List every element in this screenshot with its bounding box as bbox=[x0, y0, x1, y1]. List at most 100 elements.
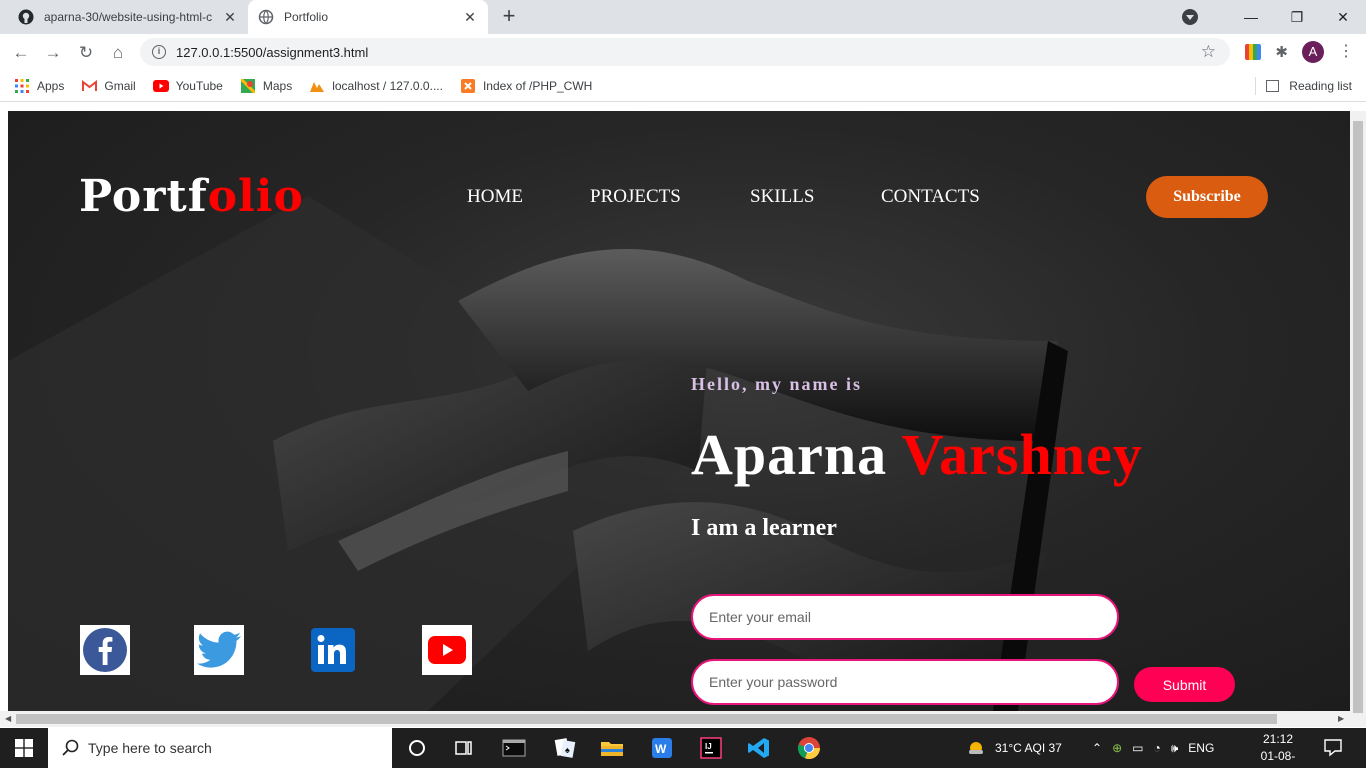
bookmark-apps[interactable]: Apps bbox=[14, 78, 64, 94]
new-tab-button[interactable]: + bbox=[497, 5, 521, 29]
nav-skills[interactable]: SKILLS bbox=[750, 186, 814, 208]
tab-search-icon[interactable] bbox=[1182, 9, 1198, 25]
wps-writer-icon[interactable]: W bbox=[650, 736, 674, 760]
horizontal-scrollbar[interactable]: ◀ ▶ bbox=[0, 711, 1350, 727]
close-window-button[interactable]: ✕ bbox=[1320, 9, 1366, 26]
maps-icon bbox=[240, 78, 256, 94]
bookmarks-bar: Apps Gmail YouTube Maps localhost / 127.… bbox=[0, 70, 1366, 102]
facebook-icon[interactable] bbox=[80, 625, 130, 675]
profile-avatar[interactable]: A bbox=[1302, 41, 1324, 63]
reading-list-button[interactable]: Reading list bbox=[1255, 77, 1352, 95]
svg-text:IJ: IJ bbox=[705, 742, 712, 751]
solitaire-icon[interactable]: ♠ bbox=[553, 736, 577, 760]
scroll-thumb[interactable] bbox=[1353, 121, 1363, 713]
color-extension-icon[interactable] bbox=[1245, 44, 1262, 60]
site-info-icon[interactable]: i bbox=[152, 45, 166, 59]
url-text: 127.0.0.1:5500/assignment3.html bbox=[176, 44, 369, 60]
tab-title: Portfolio bbox=[284, 10, 329, 24]
apps-grid-icon bbox=[14, 78, 30, 94]
system-clock[interactable]: 21:12 01-08-2021 bbox=[1250, 731, 1306, 782]
extensions-puzzle-icon[interactable]: ✱ bbox=[1275, 43, 1288, 61]
volume-icon[interactable]: 🕪 bbox=[1171, 741, 1179, 756]
logo-first: Portf bbox=[79, 171, 208, 222]
tab-portfolio[interactable]: Portfolio ✕ bbox=[248, 0, 488, 34]
address-bar[interactable]: i 127.0.0.1:5500/assignment3.html ☆ bbox=[140, 38, 1230, 66]
last-name: Varshney bbox=[901, 422, 1143, 487]
taskbar-search[interactable]: Type here to search bbox=[48, 728, 392, 768]
submit-button[interactable]: Submit bbox=[1134, 667, 1235, 702]
system-tray: ⌃ ⊕ ▭ ◔ 🕪 ENG bbox=[1092, 728, 1214, 768]
bookmark-localhost[interactable]: localhost / 127.0.0.... bbox=[309, 78, 443, 94]
hero-name: Aparna Varshney bbox=[691, 421, 1143, 488]
reload-icon[interactable]: ↻ bbox=[75, 42, 97, 64]
intellij-icon[interactable]: IJ bbox=[699, 736, 723, 760]
globe-icon bbox=[258, 9, 274, 25]
browser-toolbar: ← → ↻ ⌂ i 127.0.0.1:5500/assignment3.htm… bbox=[0, 34, 1366, 70]
restore-button[interactable]: ❐ bbox=[1274, 9, 1320, 26]
nav-contacts[interactable]: CONTACTS bbox=[881, 186, 980, 208]
xampp-icon bbox=[460, 78, 476, 94]
chrome-icon[interactable] bbox=[797, 736, 821, 760]
bookmark-gmail[interactable]: Gmail bbox=[81, 78, 136, 94]
scroll-right-icon[interactable]: ▶ bbox=[1338, 714, 1344, 723]
logo-second: olio bbox=[207, 171, 304, 222]
password-field[interactable] bbox=[691, 659, 1119, 705]
bookmark-label: Gmail bbox=[104, 78, 136, 93]
forward-arrow-icon[interactable]: → bbox=[42, 42, 64, 64]
bookmark-label: localhost / 127.0.0.... bbox=[332, 78, 443, 93]
portfolio-logo[interactable]: Portfolio bbox=[79, 171, 304, 222]
cortana-icon[interactable] bbox=[405, 736, 429, 760]
gmail-icon bbox=[81, 78, 97, 94]
search-placeholder: Type here to search bbox=[88, 740, 212, 756]
start-button[interactable] bbox=[0, 728, 48, 768]
notification-icon[interactable] bbox=[1322, 736, 1346, 760]
windows-logo-icon bbox=[15, 739, 33, 757]
vertical-scrollbar[interactable] bbox=[1350, 111, 1366, 727]
battery-icon[interactable]: ▭ bbox=[1132, 741, 1143, 755]
bookmark-index-php[interactable]: Index of /PHP_CWH bbox=[460, 78, 592, 94]
close-tab-icon[interactable]: ✕ bbox=[462, 9, 478, 25]
clock-date: 01-08-2021 bbox=[1260, 749, 1296, 780]
wifi-icon[interactable]: ◔ bbox=[1153, 741, 1160, 755]
twitter-icon[interactable] bbox=[194, 625, 244, 675]
chevron-up-icon[interactable]: ⌃ bbox=[1092, 741, 1102, 755]
youtube-icon[interactable] bbox=[422, 625, 472, 675]
terminal-icon[interactable] bbox=[502, 736, 526, 760]
tagline: I am a learner bbox=[691, 515, 837, 541]
minimize-button[interactable]: — bbox=[1228, 9, 1274, 25]
menu-kebab-icon[interactable]: ⋮ bbox=[1338, 44, 1354, 60]
github-icon bbox=[18, 9, 34, 25]
page-viewport: Portfolio HOME PROJECTS SKILLS CONTACTS … bbox=[8, 111, 1350, 711]
bookmark-star-icon[interactable]: ☆ bbox=[1201, 42, 1216, 62]
weather-sun-icon bbox=[969, 742, 983, 754]
language-indicator[interactable]: ENG bbox=[1188, 741, 1214, 755]
back-arrow-icon[interactable]: ← bbox=[10, 42, 32, 64]
clock-time: 21:12 bbox=[1262, 732, 1294, 746]
scroll-thumb[interactable] bbox=[16, 714, 1277, 724]
close-tab-icon[interactable]: ✕ bbox=[222, 9, 238, 25]
email-field[interactable] bbox=[691, 594, 1119, 640]
bookmark-label: Maps bbox=[262, 78, 293, 93]
nav-projects[interactable]: PROJECTS bbox=[590, 186, 681, 208]
tab-github[interactable]: aparna-30/website-using-html-c ✕ bbox=[8, 0, 248, 34]
subscribe-button[interactable]: Subscribe bbox=[1146, 176, 1268, 218]
file-explorer-icon[interactable] bbox=[600, 736, 624, 760]
nav-home[interactable]: HOME bbox=[467, 186, 523, 208]
bookmark-youtube[interactable]: YouTube bbox=[152, 78, 223, 94]
network-status-icon[interactable]: ⊕ bbox=[1112, 741, 1122, 755]
linkedin-icon[interactable] bbox=[308, 625, 358, 675]
scroll-left-icon[interactable]: ◀ bbox=[5, 714, 11, 723]
weather-widget[interactable]: 31°C AQI 37 bbox=[965, 728, 1062, 768]
reading-list-label: Reading list bbox=[1289, 79, 1352, 93]
svg-text:♠: ♠ bbox=[565, 745, 570, 755]
home-icon[interactable]: ⌂ bbox=[107, 42, 129, 64]
task-view-icon[interactable] bbox=[452, 736, 476, 760]
search-icon bbox=[62, 739, 79, 756]
bookmark-maps[interactable]: Maps bbox=[240, 78, 292, 94]
tab-strip: aparna-30/website-using-html-c ✕ Portfol… bbox=[0, 0, 1366, 34]
vscode-icon[interactable] bbox=[747, 736, 771, 760]
windows-taskbar: Type here to search ♠ W IJ 31°C AQI 37 ⌃… bbox=[0, 728, 1366, 780]
reading-list-icon bbox=[1266, 80, 1280, 92]
bookmark-label: Index of /PHP_CWH bbox=[482, 78, 593, 93]
svg-text:W: W bbox=[655, 742, 667, 756]
